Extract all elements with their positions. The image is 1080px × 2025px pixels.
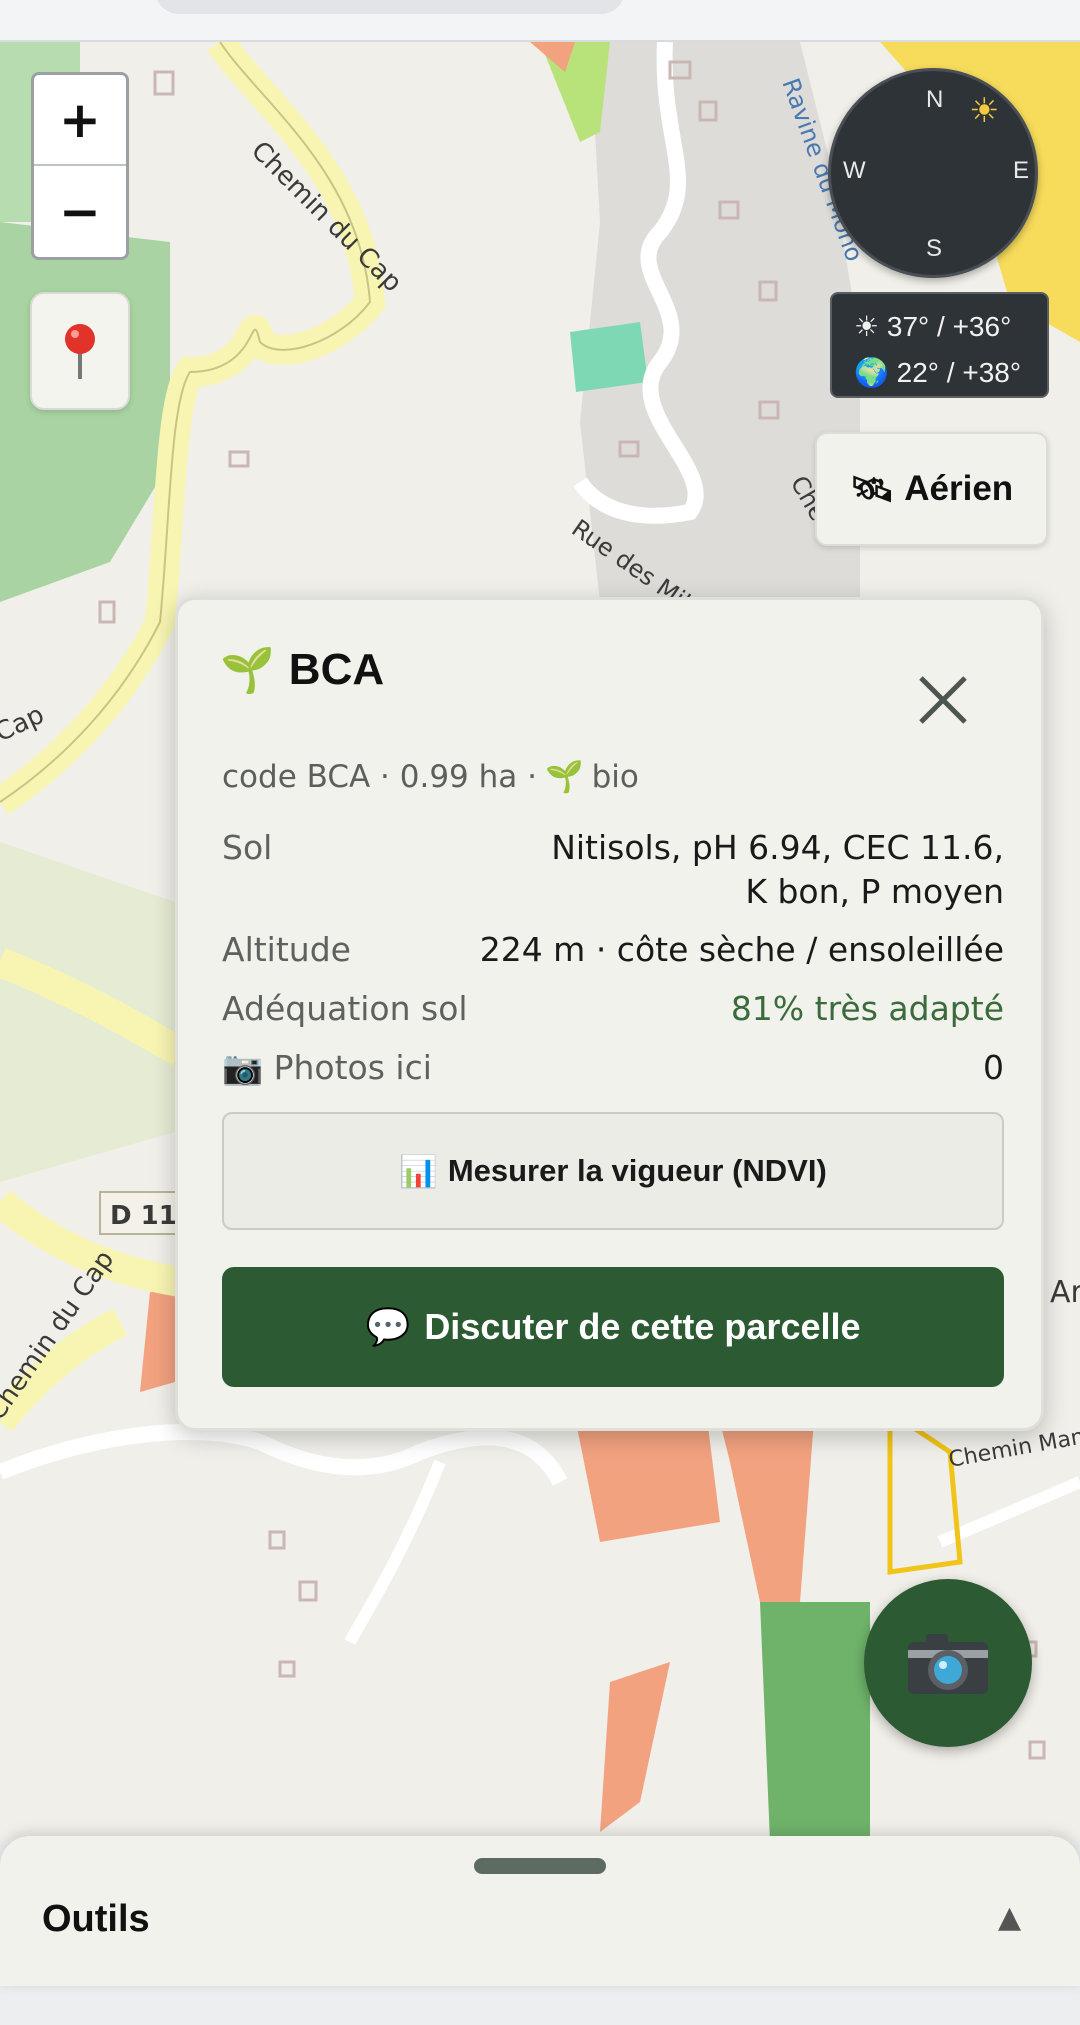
parcel-outline	[887, 1407, 963, 1575]
measure-ndvi-label: Mesurer la vigueur (NDVI)	[447, 1153, 827, 1188]
compass-widget[interactable]: N E S W ☀	[828, 68, 1038, 278]
photos-count: 0	[983, 1048, 1004, 1087]
system-nav-strip	[0, 1986, 1080, 2025]
camera-fab[interactable]	[864, 1579, 1032, 1747]
pool	[570, 322, 648, 392]
zoom-in-button[interactable]: +	[34, 75, 126, 166]
parcel-popup: 🌱 BCA code BCA · 0.99 ha · 🌱 bio Sol Nit…	[175, 597, 1044, 1431]
measure-ndvi-button[interactable]: 📊 Mesurer la vigueur (NDVI)	[222, 1112, 1004, 1230]
forest-area	[0, 222, 170, 602]
satellite-icon: 🛰	[849, 469, 895, 509]
sun-icon: ☀	[969, 92, 1000, 130]
parcel-meta-text: code BCA · 0.99 ha ·	[222, 758, 537, 795]
suitability-label: Adéquation sol	[222, 989, 468, 1028]
suitability-value: 81% très adapté	[730, 989, 1004, 1028]
soil-value: Nitisols, pH 6.94, CEC 11.6, K bon, P mo…	[551, 826, 1004, 914]
compass-west: W	[843, 157, 866, 184]
sun-temp-row: ☀ 37° / +36°	[854, 304, 1047, 350]
camera-icon: 📷	[222, 1048, 264, 1087]
seedling-icon: 🌱	[544, 759, 584, 795]
road-shield: D 11	[110, 1201, 177, 1231]
temperature-panel: ☀ 37° / +36° 🌍 22° / +38°	[830, 292, 1049, 398]
compass-east: E	[1013, 157, 1030, 184]
locate-button[interactable]	[30, 292, 130, 410]
parcel-meta: code BCA · 0.99 ha · 🌱 bio	[222, 758, 639, 796]
tools-title: Outils	[42, 1898, 150, 1940]
earth-temp-row: 🌍 22° / +38°	[854, 350, 1047, 396]
camera-icon	[908, 1634, 988, 1694]
altitude-row: Altitude 224 m · côte sèche / ensoleillé…	[222, 928, 1004, 972]
compass-north: N	[926, 86, 944, 113]
altitude-label: Altitude	[222, 930, 351, 969]
zoom-control: + −	[31, 72, 129, 260]
suitability-row: Adéquation sol 81% très adapté	[222, 987, 1004, 1031]
aerial-label: Aérien	[904, 469, 1014, 508]
soil-value-line2: K bon, P moyen	[745, 872, 1004, 911]
street	[0, 1424, 568, 1486]
zoom-out-button[interactable]: −	[34, 166, 126, 257]
street-label: Ar	[1050, 1275, 1080, 1310]
altitude-value: 224 m · côte sèche / ensoleillée	[479, 930, 1004, 969]
pin-icon	[65, 324, 95, 379]
farm-patch	[600, 1662, 670, 1832]
discuss-parcel-label: Discuter de cette parcelle	[424, 1306, 861, 1347]
top-search-pill[interactable]	[155, 0, 625, 14]
earth-icon: 🌍	[854, 357, 889, 388]
soil-value-line1: Nitisols, pH 6.94, CEC 11.6,	[551, 828, 1004, 867]
parcel-title: 🌱 BCA	[220, 644, 384, 696]
photos-row: 📷 Photos ici 0	[222, 1046, 1004, 1090]
street-label: Cap	[0, 700, 49, 749]
seedling-icon: 🌱	[220, 646, 275, 695]
discuss-parcel-button[interactable]: 💬 Discuter de cette parcelle	[222, 1267, 1004, 1387]
parcel-name: BCA	[288, 645, 385, 694]
expand-sheet-icon[interactable]: ▲	[998, 1900, 1021, 1935]
earth-temp-value: 22° / +38°	[896, 357, 1022, 388]
aerial-view-button[interactable]: 🛰 Aérien	[815, 432, 1048, 546]
compass-south: S	[926, 235, 943, 262]
photos-label-text: Photos ici	[273, 1048, 432, 1087]
sheet-drag-handle[interactable]	[474, 1858, 606, 1874]
close-icon[interactable]	[913, 670, 973, 730]
farm-patch-green	[760, 1602, 870, 1842]
organic-label: bio	[591, 758, 639, 795]
chart-icon: 📊	[399, 1153, 438, 1189]
soil-label: Sol	[222, 828, 273, 867]
sun-temp-value: 37° / +36°	[886, 311, 1012, 342]
top-bar	[0, 0, 1080, 42]
tools-bottom-sheet: Outils ▲	[0, 1836, 1080, 1986]
speech-bubble-icon: 💬	[365, 1306, 411, 1347]
street-label: Chemin Man	[947, 1424, 1080, 1473]
soil-row: Sol Nitisols, pH 6.94, CEC 11.6, K bon, …	[222, 826, 1004, 914]
sun-icon: ☀	[854, 311, 880, 342]
photos-label: 📷 Photos ici	[222, 1046, 432, 1090]
